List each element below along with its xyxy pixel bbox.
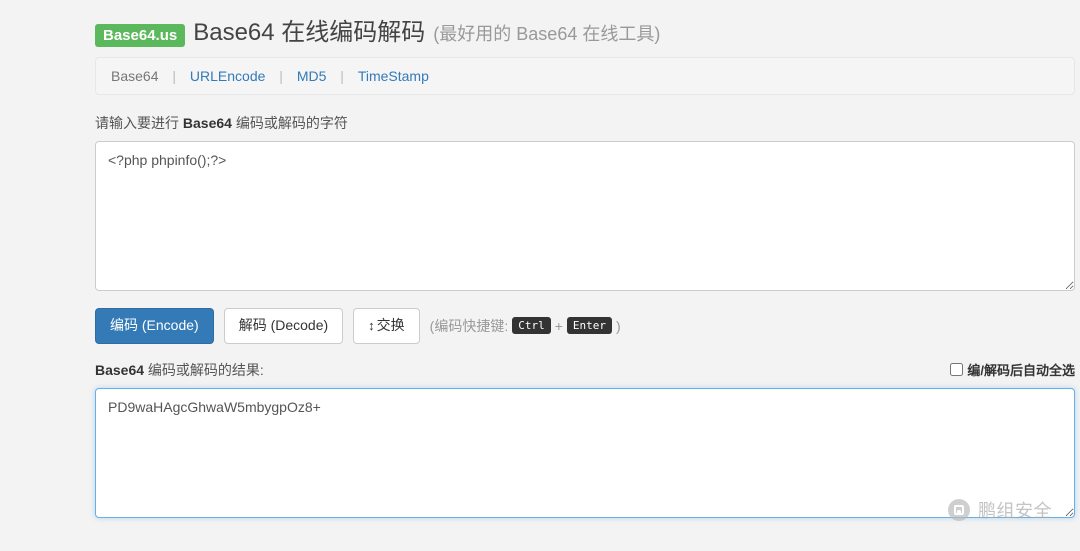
site-badge: Base64.us <box>95 24 185 47</box>
result-header: Base64 编码或解码的结果: 编/解码后自动全选 <box>95 360 1075 380</box>
shortcut-hint: (编码快捷键: Ctrl + Enter ) <box>430 316 621 336</box>
swap-button[interactable]: ↕交换 <box>353 308 420 344</box>
kbd-enter: Enter <box>567 317 612 334</box>
button-row: 编码 (Encode) 解码 (Decode) ↕交换 (编码快捷键: Ctrl… <box>95 308 1075 344</box>
nav-separator: | <box>172 68 176 84</box>
input-label-prefix: 请输入要进行 <box>95 115 183 131</box>
auto-select-label[interactable]: 编/解码后自动全选 <box>950 360 1075 379</box>
nav-separator: | <box>279 68 283 84</box>
auto-select-text: 编/解码后自动全选 <box>967 360 1075 379</box>
result-textarea[interactable] <box>95 388 1075 518</box>
page-header: Base64.us Base64 在线编码解码 (最好用的 Base64 在线工… <box>95 12 1075 47</box>
nav-item-base64[interactable]: Base64 <box>111 68 158 84</box>
result-label-suffix: 编码或解码的结果: <box>144 362 264 378</box>
watermark: 鹏组安全 <box>948 497 1052 523</box>
page-subtitle: (最好用的 Base64 在线工具) <box>433 20 660 46</box>
result-label-bold: Base64 <box>95 362 144 378</box>
shortcut-suffix: ) <box>616 318 621 334</box>
page-title: Base64 在线编码解码 <box>193 12 425 47</box>
kbd-plus: + <box>555 318 563 334</box>
nav-item-urlencode[interactable]: URLEncode <box>190 68 266 84</box>
source-textarea[interactable] <box>95 141 1075 291</box>
wechat-icon <box>948 499 970 521</box>
nav-item-timestamp[interactable]: TimeStamp <box>358 68 429 84</box>
auto-select-checkbox[interactable] <box>950 363 963 376</box>
swap-button-label: 交换 <box>377 317 405 333</box>
result-label: Base64 编码或解码的结果: <box>95 360 264 380</box>
encode-button[interactable]: 编码 (Encode) <box>95 308 214 344</box>
input-label-bold: Base64 <box>183 115 232 131</box>
nav-separator: | <box>340 68 344 84</box>
swap-icon: ↕ <box>368 318 375 333</box>
input-label-suffix: 编码或解码的字符 <box>232 115 348 131</box>
decode-button[interactable]: 解码 (Decode) <box>224 308 343 344</box>
nav-bar: Base64 | URLEncode | MD5 | TimeStamp <box>95 57 1075 95</box>
nav-item-md5[interactable]: MD5 <box>297 68 327 84</box>
shortcut-prefix: (编码快捷键: <box>430 316 509 336</box>
watermark-text: 鹏组安全 <box>978 497 1052 523</box>
kbd-ctrl: Ctrl <box>512 317 551 334</box>
input-label: 请输入要进行 Base64 编码或解码的字符 <box>95 113 1075 133</box>
